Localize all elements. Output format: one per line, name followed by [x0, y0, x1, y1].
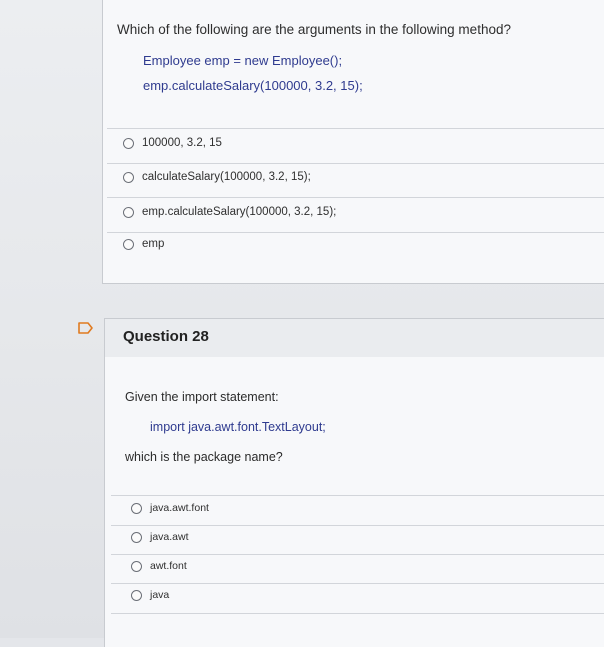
radio-button-icon[interactable]: [123, 206, 134, 218]
question-28-option-3[interactable]: awt.font: [131, 560, 187, 572]
radio-button-icon[interactable]: [131, 531, 142, 543]
option-label: emp.calculateSalary(100000, 3.2, 15);: [142, 206, 337, 218]
option-label: emp: [142, 238, 165, 250]
radio-button-icon[interactable]: [123, 171, 134, 183]
question-27-option-2[interactable]: calculateSalary(100000, 3.2, 15);: [123, 171, 311, 183]
question-28-code: import java.awt.font.TextLayout;: [150, 420, 326, 434]
divider: [107, 197, 604, 198]
question-28-option-4[interactable]: java: [131, 589, 169, 601]
option-label: calculateSalary(100000, 3.2, 15);: [142, 171, 311, 183]
question-28-title: Question 28: [123, 328, 209, 345]
divider: [111, 525, 604, 526]
question-27-prompt: Which of the following are the arguments…: [117, 22, 511, 37]
question-27-card: Which of the following are the arguments…: [102, 0, 604, 284]
question-27-option-4[interactable]: emp: [123, 238, 164, 250]
option-label: java: [150, 589, 170, 601]
option-label: 100000, 3.2, 15: [142, 137, 222, 149]
radio-button-icon[interactable]: [131, 589, 142, 601]
question-27-code-line-1: Employee emp = new Employee();: [143, 53, 343, 68]
radio-button-icon[interactable]: [131, 560, 142, 572]
question-28-intro: Given the import statement:: [125, 390, 279, 404]
question-28-prompt: which is the package name?: [125, 450, 283, 464]
divider: [107, 232, 604, 233]
divider: [111, 495, 604, 496]
divider: [111, 554, 604, 555]
radio-button-icon[interactable]: [123, 137, 134, 149]
quiz-page: Which of the following are the arguments…: [0, 0, 604, 647]
question-28-option-2[interactable]: java.awt: [131, 531, 189, 543]
question-28-option-1[interactable]: java.awt.font: [131, 502, 209, 514]
question-28-header: Question 28: [104, 318, 604, 358]
option-label: java.awt.font: [150, 502, 209, 514]
option-label: awt.font: [150, 560, 187, 572]
divider: [111, 583, 604, 584]
divider: [111, 613, 604, 614]
option-label: java.awt: [150, 531, 189, 543]
radio-button-icon[interactable]: [131, 502, 142, 514]
divider: [107, 128, 604, 129]
question-28-card: Given the import statement: import java.…: [104, 357, 604, 647]
question-27-option-1[interactable]: 100000, 3.2, 15: [123, 137, 222, 149]
question-27-code-line-2: emp.calculateSalary(100000, 3.2, 15);: [143, 78, 363, 93]
flag-icon[interactable]: [78, 322, 94, 334]
radio-button-icon[interactable]: [123, 238, 134, 250]
divider: [107, 163, 604, 164]
question-27-option-3[interactable]: emp.calculateSalary(100000, 3.2, 15);: [123, 206, 336, 218]
